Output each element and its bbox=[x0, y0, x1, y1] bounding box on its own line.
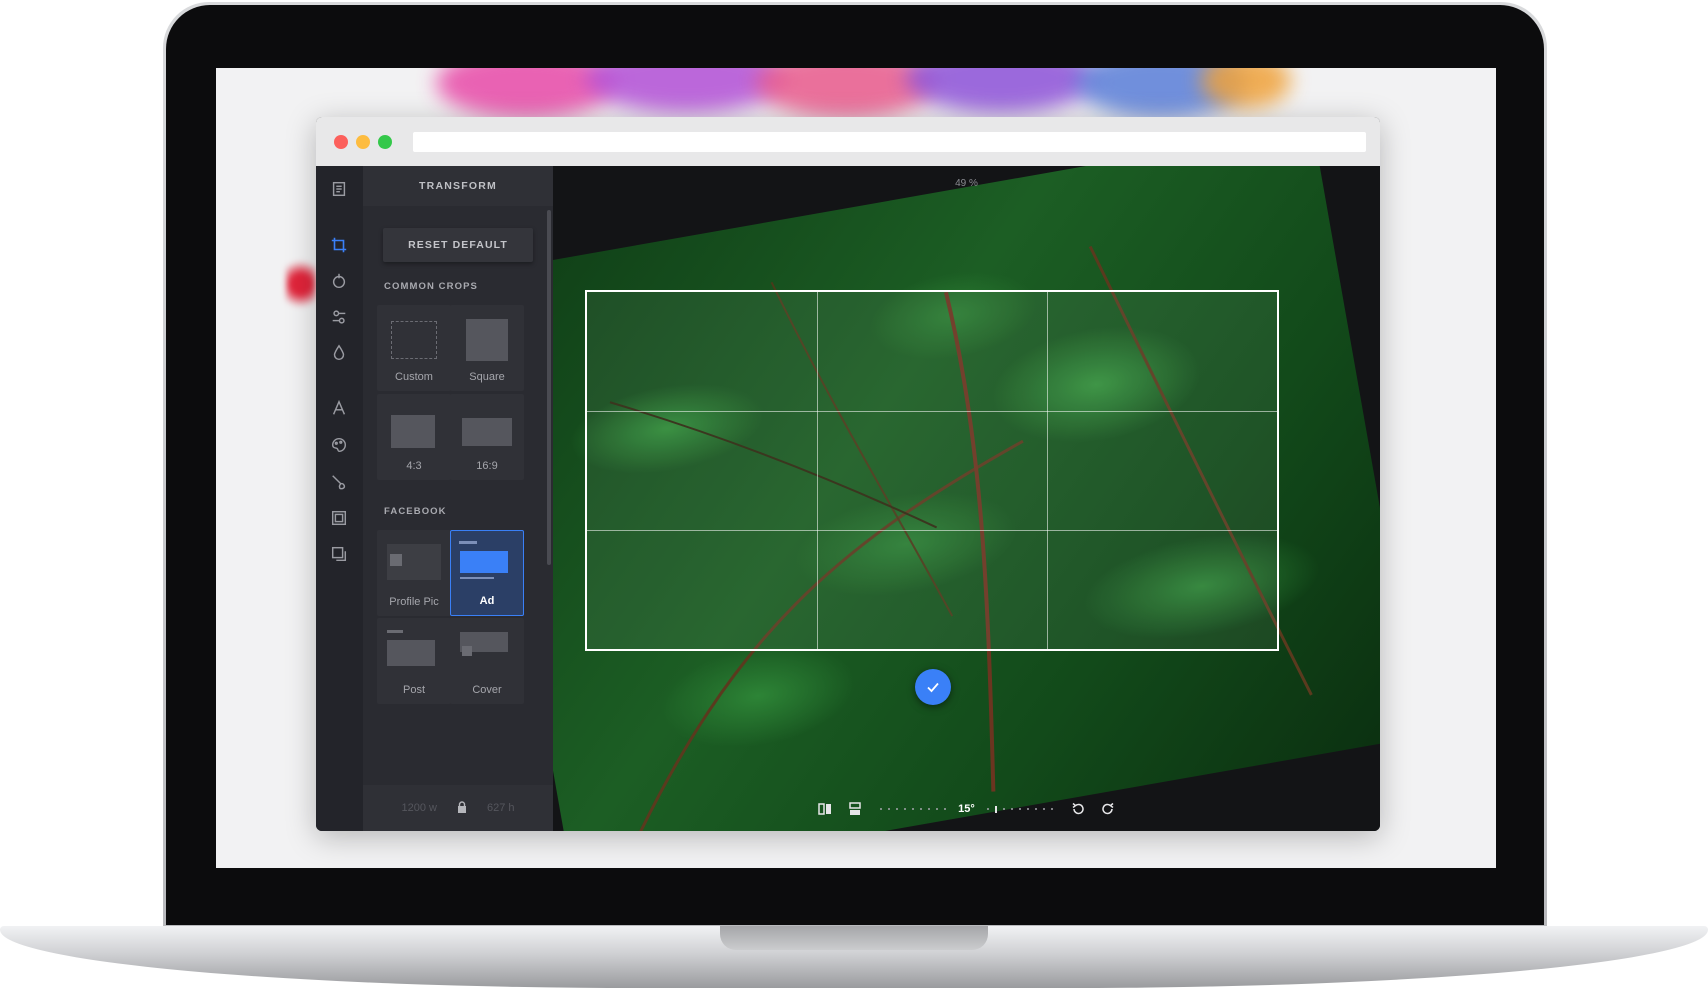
crop-tile-label: Post bbox=[402, 684, 425, 696]
height-field[interactable]: 627 h bbox=[487, 802, 515, 814]
rotate-right-button[interactable] bbox=[1097, 799, 1119, 819]
drop-icon[interactable] bbox=[328, 342, 350, 364]
filter-icon[interactable] bbox=[328, 270, 350, 292]
rotation-ruler-left[interactable] bbox=[880, 808, 947, 810]
post-thumb-image bbox=[387, 640, 435, 666]
laptop-notch bbox=[720, 926, 988, 950]
lock-icon[interactable] bbox=[457, 800, 467, 816]
image-canvas: 49 % 15° bbox=[553, 166, 1380, 831]
crop-tile-label: Cover bbox=[472, 684, 502, 696]
zoom-level: 49 % bbox=[955, 178, 978, 189]
crop-tile-label: 16:9 bbox=[476, 460, 498, 472]
facebook-heading: FACEBOOK bbox=[384, 506, 447, 517]
crop-box[interactable] bbox=[585, 290, 1279, 651]
height-value: 627 bbox=[486, 802, 506, 814]
crop-tile-label: Square bbox=[469, 371, 505, 383]
apply-crop-button[interactable] bbox=[915, 669, 951, 705]
sixteen-nine-crop-thumb bbox=[462, 418, 512, 446]
crop-tile-16-9[interactable]: 16:9 bbox=[450, 394, 524, 480]
four-three-crop-thumb bbox=[391, 415, 435, 448]
crop-tile-profile-pic[interactable]: Profile Pic bbox=[377, 530, 451, 616]
width-field[interactable]: 1200 w bbox=[401, 802, 437, 814]
rotation-ruler-right[interactable] bbox=[986, 805, 1053, 813]
rotation-angle: 15° bbox=[958, 803, 975, 815]
common-crops-heading: COMMON CROPS bbox=[384, 281, 478, 292]
close-window-button[interactable] bbox=[334, 135, 348, 149]
crop-tile-4-3[interactable]: 4:3 bbox=[377, 394, 451, 480]
flip-vertical-icon bbox=[849, 802, 861, 815]
brush-icon[interactable] bbox=[328, 471, 350, 493]
sticker-icon[interactable] bbox=[328, 434, 350, 456]
crop-tile-label: 4:3 bbox=[406, 460, 422, 472]
laptop-screen: TRANSFORM RESET DEFAULT COMMON CROPS Cus… bbox=[216, 68, 1496, 868]
width-unit: w bbox=[429, 802, 437, 814]
transform-toolbar: 15° bbox=[553, 799, 1380, 819]
crop-tile-square[interactable]: Square bbox=[450, 305, 524, 391]
cover-thumb-avatar bbox=[462, 646, 472, 656]
document-icon[interactable] bbox=[328, 178, 350, 200]
flip-horizontal-icon bbox=[818, 803, 832, 815]
adjust-icon[interactable] bbox=[328, 306, 350, 328]
custom-crop-thumb bbox=[391, 321, 437, 359]
minimize-window-button[interactable] bbox=[356, 135, 370, 149]
flip-horizontal-button[interactable] bbox=[814, 799, 836, 819]
height-unit: h bbox=[508, 802, 515, 814]
crop-tile-custom[interactable]: Custom bbox=[377, 305, 451, 391]
photo-editor: TRANSFORM RESET DEFAULT COMMON CROPS Cus… bbox=[316, 166, 1380, 831]
reset-default-button[interactable]: RESET DEFAULT bbox=[383, 228, 533, 262]
rotate-left-button[interactable] bbox=[1067, 799, 1089, 819]
square-crop-thumb bbox=[466, 319, 508, 361]
flip-vertical-button[interactable] bbox=[844, 799, 866, 819]
browser-titlebar bbox=[316, 117, 1380, 166]
paint-splash-violet bbox=[906, 68, 1096, 113]
rotate-right-icon bbox=[1102, 802, 1114, 815]
crop-tile-post[interactable]: Post bbox=[377, 618, 451, 704]
ad-thumb-image bbox=[460, 551, 508, 573]
address-bar[interactable] bbox=[413, 132, 1366, 152]
frame-icon[interactable] bbox=[328, 507, 350, 529]
crop-grid-line bbox=[1046, 292, 1048, 649]
panel-title: TRANSFORM bbox=[363, 166, 553, 206]
profile-pic-avatar-thumb bbox=[390, 554, 402, 566]
tool-rail bbox=[316, 166, 363, 831]
crop-icon[interactable] bbox=[328, 234, 350, 256]
crop-grid-line bbox=[816, 292, 818, 649]
transform-panel: TRANSFORM RESET DEFAULT COMMON CROPS Cus… bbox=[363, 166, 553, 831]
post-thumb-header bbox=[387, 630, 403, 633]
ad-thumb-header bbox=[459, 541, 477, 544]
rotate-left-icon bbox=[1072, 802, 1084, 815]
check-icon bbox=[927, 682, 939, 693]
crop-grid-line bbox=[587, 410, 1277, 412]
overlay-icon[interactable] bbox=[328, 543, 350, 565]
paint-splash-red bbox=[286, 254, 316, 314]
dimensions-bar: 1200 w 627 h bbox=[363, 785, 553, 831]
maximize-window-button[interactable] bbox=[378, 135, 392, 149]
crop-tile-label: Profile Pic bbox=[389, 596, 439, 608]
width-value: 1200 bbox=[401, 802, 426, 814]
panel-scrollbar[interactable] bbox=[547, 210, 551, 565]
crop-grid-line bbox=[587, 529, 1277, 531]
crop-tile-ad[interactable]: Ad bbox=[450, 530, 524, 616]
browser-window: TRANSFORM RESET DEFAULT COMMON CROPS Cus… bbox=[316, 117, 1380, 831]
text-icon[interactable] bbox=[328, 397, 350, 419]
crop-tile-label: Custom bbox=[395, 371, 433, 383]
crop-tile-label: Ad bbox=[479, 595, 495, 607]
crop-tile-cover[interactable]: Cover bbox=[450, 618, 524, 704]
ad-thumb-caption bbox=[460, 577, 494, 579]
paint-splash-purple bbox=[586, 68, 786, 113]
